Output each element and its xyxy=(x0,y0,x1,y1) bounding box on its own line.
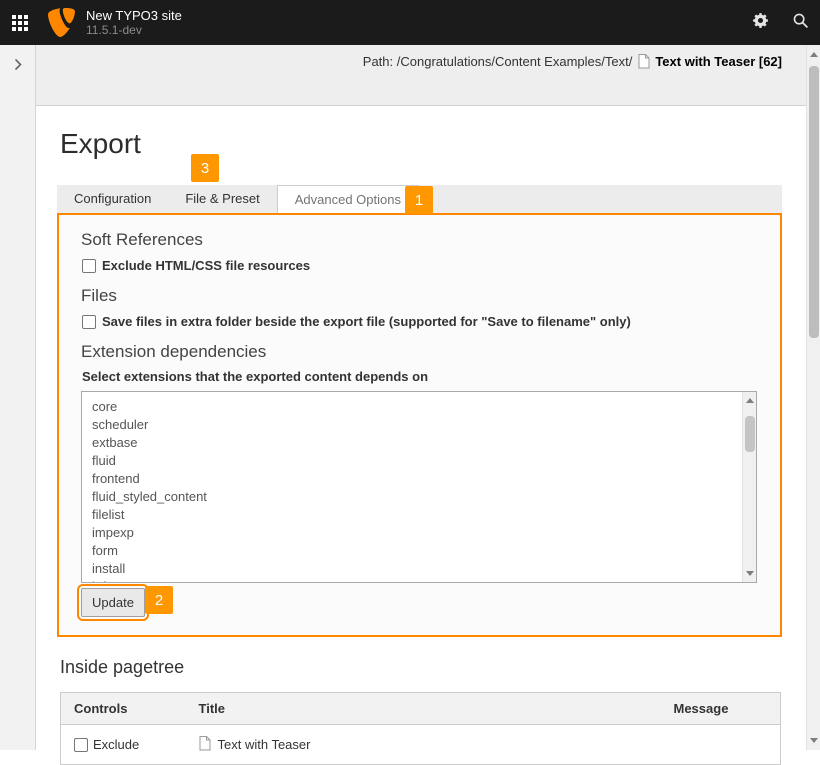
scroll-down-icon[interactable] xyxy=(746,571,754,576)
expand-navigation-button[interactable] xyxy=(0,57,35,77)
typo3-logo-icon xyxy=(48,8,75,37)
tab-file-preset[interactable]: File & Preset xyxy=(168,185,276,213)
exclude-htmlcss-checkbox[interactable] xyxy=(82,259,96,273)
topbar: New TYPO3 site 11.5.1-dev xyxy=(0,0,820,45)
search-button[interactable] xyxy=(780,0,820,45)
update-button[interactable]: Update xyxy=(81,588,145,617)
breadcrumb-record-title[interactable]: Text with Teaser [62] xyxy=(655,54,782,69)
listbox-scrollbar-thumb[interactable] xyxy=(745,416,755,452)
save-files-checkbox[interactable] xyxy=(82,315,96,329)
search-icon xyxy=(792,12,809,34)
settings-button[interactable] xyxy=(740,0,780,45)
annotation-marker-1: 1 xyxy=(405,186,433,214)
gear-icon xyxy=(752,12,769,34)
site-version: 11.5.1-dev xyxy=(86,23,182,37)
soft-references-heading: Soft References xyxy=(81,230,758,250)
window-scrollbar[interactable] xyxy=(806,45,820,750)
scroll-up-icon[interactable] xyxy=(810,52,818,57)
annotation-marker-3: 3 xyxy=(191,154,219,182)
app-body: Path: /Congratulations/Content Examples/… xyxy=(0,45,820,750)
exclude-htmlcss-label: Exclude HTML/CSS file resources xyxy=(102,258,310,273)
typo3-brand[interactable]: New TYPO3 site 11.5.1-dev xyxy=(48,8,182,37)
extension-option[interactable]: impexp xyxy=(82,524,756,542)
extension-dependencies-heading: Extension dependencies xyxy=(81,342,758,362)
extension-option[interactable]: form xyxy=(82,542,756,560)
files-heading: Files xyxy=(81,286,758,306)
table-header-row: Controls Title Message xyxy=(61,693,781,725)
page-title: Export xyxy=(60,128,141,160)
extensions-listbox[interactable]: core scheduler extbase fluid frontend fl… xyxy=(81,391,757,583)
advanced-options-panel: Soft References Exclude HTML/CSS file re… xyxy=(57,213,782,637)
extension-option[interactable]: install xyxy=(82,560,756,578)
extension-option[interactable]: frontend xyxy=(82,470,756,488)
column-title: Title xyxy=(186,693,661,725)
chevron-right-icon xyxy=(14,58,22,76)
record-message xyxy=(661,725,781,765)
window-scrollbar-thumb[interactable] xyxy=(809,66,819,338)
extension-option[interactable]: info xyxy=(82,578,756,583)
extension-option[interactable]: core xyxy=(82,398,756,416)
exclude-record-checkbox[interactable] xyxy=(74,738,88,752)
extension-option[interactable]: fluid_styled_content xyxy=(82,488,756,506)
tab-configuration[interactable]: Configuration xyxy=(57,185,168,213)
navigation-strip xyxy=(0,45,36,750)
app-grid-icon xyxy=(12,15,28,31)
page-icon xyxy=(199,736,211,754)
extension-option[interactable]: scheduler xyxy=(82,416,756,434)
column-controls: Controls xyxy=(61,693,186,725)
module-menu-button[interactable] xyxy=(0,0,40,45)
save-files-row: Save files in extra folder beside the ex… xyxy=(82,314,758,329)
tab-advanced-options[interactable]: Advanced Options xyxy=(277,185,419,213)
pagetree-table: Controls Title Message Exclude xyxy=(60,692,781,765)
table-row: Exclude Text w xyxy=(61,725,781,765)
inside-pagetree-heading: Inside pagetree xyxy=(60,657,184,678)
exclude-htmlcss-row: Exclude HTML/CSS file resources xyxy=(82,258,758,273)
breadcrumb: Path: /Congratulations/Content Examples/… xyxy=(363,54,782,69)
extension-option[interactable]: extbase xyxy=(82,434,756,452)
scroll-down-icon[interactable] xyxy=(810,738,818,743)
column-message: Message xyxy=(661,693,781,725)
save-files-label: Save files in extra folder beside the ex… xyxy=(102,314,631,329)
listbox-scrollbar[interactable] xyxy=(742,392,756,582)
breadcrumb-path: Path: /Congratulations/Content Examples/… xyxy=(363,54,633,69)
docheader: Path: /Congratulations/Content Examples/… xyxy=(36,45,820,106)
scroll-up-icon[interactable] xyxy=(746,398,754,403)
site-name: New TYPO3 site xyxy=(86,8,182,23)
extension-option[interactable]: fluid xyxy=(82,452,756,470)
module-area: Path: /Congratulations/Content Examples/… xyxy=(36,45,820,750)
extension-option[interactable]: filelist xyxy=(82,506,756,524)
select-extensions-label: Select extensions that the exported cont… xyxy=(82,369,758,384)
page-icon xyxy=(638,54,650,69)
annotation-marker-2: 2 xyxy=(145,586,173,614)
